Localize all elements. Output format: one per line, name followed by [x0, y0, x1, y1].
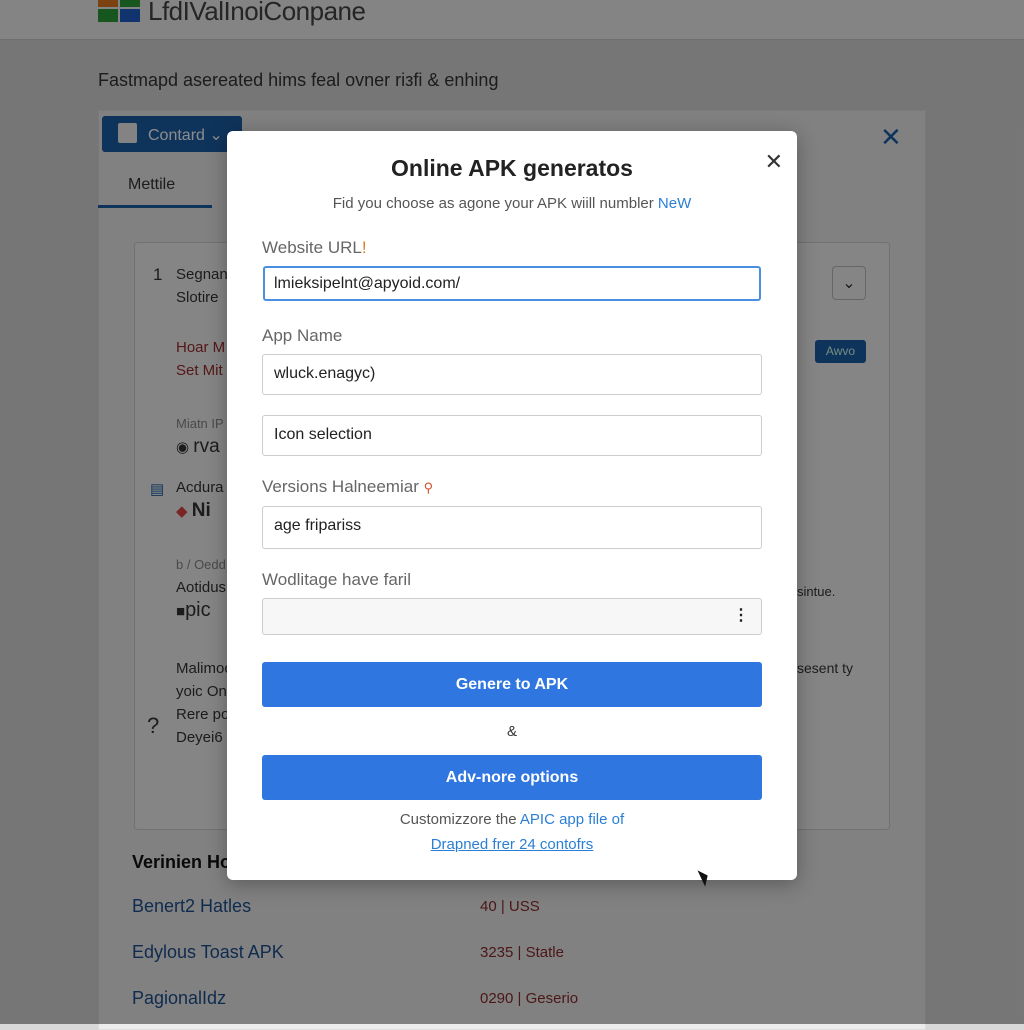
footer-text: Customizzore the APIC app file of — [399, 811, 625, 828]
close-icon[interactable]: ✕ — [765, 149, 783, 175]
app-name-label: App Name — [262, 326, 343, 345]
website-url-input[interactable]: lmieksipelnt@apyoid.com/ — [263, 266, 761, 301]
footer-link[interactable]: Drapned frer 24 contofrs — [227, 836, 797, 853]
wod-label: Wodlitage have faril — [262, 570, 411, 589]
dialog-subtitle: Fid you choose as agone your APK wiill n… — [332, 195, 692, 212]
version-input[interactable]: age fripariss — [262, 506, 762, 549]
apk-generator-dialog: Online APK generatos ✕ Fid you choose as… — [227, 131, 797, 880]
version-label: Versions Halneemiar ⚲ — [262, 477, 434, 496]
dialog-title: Online APK generatos — [391, 155, 633, 181]
icon-selection-input[interactable]: Icon selection — [262, 415, 762, 456]
advanced-options-button[interactable]: Adv-nore options — [262, 755, 762, 800]
more-vertical-icon: ⋮ — [733, 607, 749, 624]
separator-text: & — [506, 723, 517, 740]
generate-apk-button[interactable]: Genere to APK — [262, 662, 762, 707]
new-link[interactable]: NeW — [658, 195, 691, 212]
location-pin-icon: ⚲ — [423, 480, 434, 495]
wod-select[interactable]: ⋮ — [262, 598, 762, 635]
required-marker-icon: ! — [361, 238, 367, 257]
app-name-input[interactable]: wluck.enagyc) — [262, 354, 762, 395]
url-label: Website URL! — [262, 238, 367, 257]
